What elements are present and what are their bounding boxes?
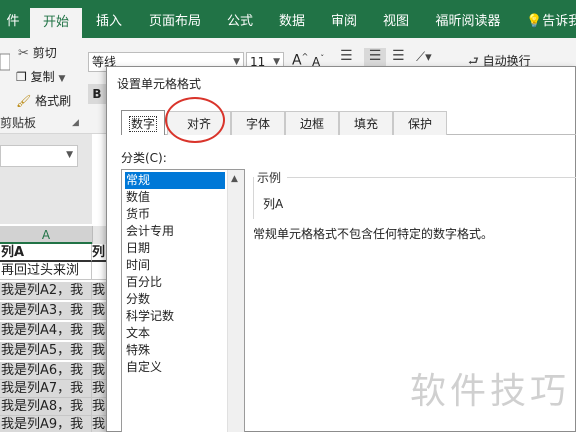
tab-font[interactable]: 字体	[231, 111, 285, 135]
cell-b2[interactable]	[92, 262, 106, 280]
format-painter-label: 格式刷	[35, 94, 72, 108]
cell-a6[interactable]: 我是列A5，我	[0, 342, 92, 360]
tab-number-label: 数字	[128, 116, 157, 132]
category-item[interactable]: 科学记数	[125, 308, 225, 325]
sample-label: 示例	[257, 171, 282, 185]
ribbon-tab-bar: 件 开始 插入 页面布局 公式 数据 审阅 视图 福昕阅读器 💡告诉我	[0, 0, 576, 38]
cut-button[interactable]: ✂ 剪切	[18, 44, 57, 61]
cell-a8[interactable]: 我是列A7，我	[0, 380, 92, 398]
format-description: 常规单元格格式不包含任何特定的数字格式。	[253, 227, 494, 241]
lightbulb-icon: 💡	[526, 14, 543, 29]
category-item[interactable]: 特殊	[125, 342, 225, 359]
cut-label: 剪切	[32, 46, 57, 60]
tell-me-box[interactable]: 💡告诉我	[526, 0, 576, 38]
bold-button[interactable]: B	[88, 84, 106, 104]
copy-icon: ❐	[16, 70, 27, 84]
cell-b8[interactable]: 我	[92, 380, 106, 398]
cell-a10[interactable]: 我是列A9，我	[0, 416, 92, 432]
sample-divider	[287, 177, 576, 178]
align-top-icon[interactable]: ☰	[340, 48, 353, 64]
highlight-circle	[165, 97, 225, 143]
tab-border[interactable]: 边框	[285, 111, 339, 135]
cell-a7[interactable]: 我是列A6，我	[0, 362, 92, 380]
name-box[interactable]: ▼	[0, 145, 78, 167]
category-item[interactable]: 时间	[125, 257, 225, 274]
category-item[interactable]: 分数	[125, 291, 225, 308]
category-item[interactable]: 会计专用	[125, 223, 225, 240]
orientation-icon[interactable]: ⟋▾	[416, 50, 432, 65]
watermark: 软件技巧	[410, 371, 571, 412]
clipboard-group-label: 剪贴板	[0, 116, 37, 130]
tab-fill[interactable]: 填充	[339, 111, 393, 135]
cell-b6[interactable]: 我	[92, 342, 106, 360]
cell-b1[interactable]: 列	[92, 244, 106, 262]
cell-b5[interactable]: 我	[92, 322, 106, 340]
category-scrollbar[interactable]: ▲	[227, 170, 244, 432]
category-label: 分类(C):	[121, 151, 167, 165]
tab-data[interactable]: 数据	[270, 0, 314, 38]
format-painter-button[interactable]: 🖌 格式刷	[16, 92, 71, 109]
cell-a5[interactable]: 我是列A4，我	[0, 322, 92, 340]
copy-label: 复制	[30, 70, 55, 84]
cell-a9[interactable]: 我是列A8，我	[0, 398, 92, 416]
sample-divider	[253, 177, 254, 219]
copy-button[interactable]: ❐ 复制 ▼	[16, 68, 65, 85]
paste-icon[interactable]	[0, 44, 11, 75]
chevron-down-icon[interactable]: ▼	[58, 74, 65, 84]
cell-a2[interactable]: 再回过头来浏	[0, 262, 92, 280]
cell-b3[interactable]: 我	[92, 282, 106, 300]
chevron-down-icon[interactable]: ▼	[66, 150, 73, 160]
category-listbox[interactable]: 常规 数值 货币 会计专用 日期 时间 百分比 分数 科学记数 文本 特殊 自定…	[121, 169, 245, 432]
tab-foxit-reader[interactable]: 福昕阅读器	[426, 0, 510, 38]
tab-insert[interactable]: 插入	[86, 0, 132, 38]
category-item[interactable]: 自定义	[125, 359, 225, 376]
category-item[interactable]: 百分比	[125, 274, 225, 291]
cell-b4[interactable]: 我	[92, 302, 106, 320]
cell-a4[interactable]: 我是列A3，我	[0, 302, 92, 320]
dialog-title: 设置单元格格式	[117, 77, 202, 91]
cell-a1[interactable]: 列A	[0, 244, 92, 262]
cell-b7[interactable]: 我	[92, 362, 106, 380]
category-item[interactable]: 文本	[125, 325, 225, 342]
tab-file[interactable]: 件	[0, 0, 26, 38]
tab-home[interactable]: 开始	[30, 8, 82, 38]
category-item[interactable]: 货币	[125, 206, 225, 223]
tab-number[interactable]: 数字	[121, 110, 165, 135]
cell-a3[interactable]: 我是列A2，我	[0, 282, 92, 300]
sample-value: 列A	[263, 197, 284, 211]
scissors-icon: ✂	[18, 46, 29, 61]
scroll-up-icon[interactable]: ▲	[231, 174, 238, 184]
cell-b9[interactable]: 我	[92, 398, 106, 416]
column-header-a[interactable]: A	[0, 226, 92, 244]
tab-view[interactable]: 视图	[374, 0, 418, 38]
tab-page-layout[interactable]: 页面布局	[140, 0, 210, 38]
category-item[interactable]: 常规	[125, 172, 225, 189]
tell-me-label: 告诉我	[542, 14, 576, 29]
category-item[interactable]: 日期	[125, 240, 225, 257]
paintbrush-icon: 🖌	[16, 94, 32, 108]
tab-protection[interactable]: 保护	[393, 111, 447, 135]
category-item[interactable]: 数值	[125, 189, 225, 206]
tab-formulas[interactable]: 公式	[218, 0, 262, 38]
column-header-b[interactable]	[92, 226, 106, 244]
cell-b10[interactable]: 我	[92, 416, 106, 432]
tab-review[interactable]: 审阅	[322, 0, 366, 38]
align-bottom-icon[interactable]: ☰	[392, 48, 405, 64]
dialog-launcher-icon[interactable]: ◢	[72, 118, 79, 128]
